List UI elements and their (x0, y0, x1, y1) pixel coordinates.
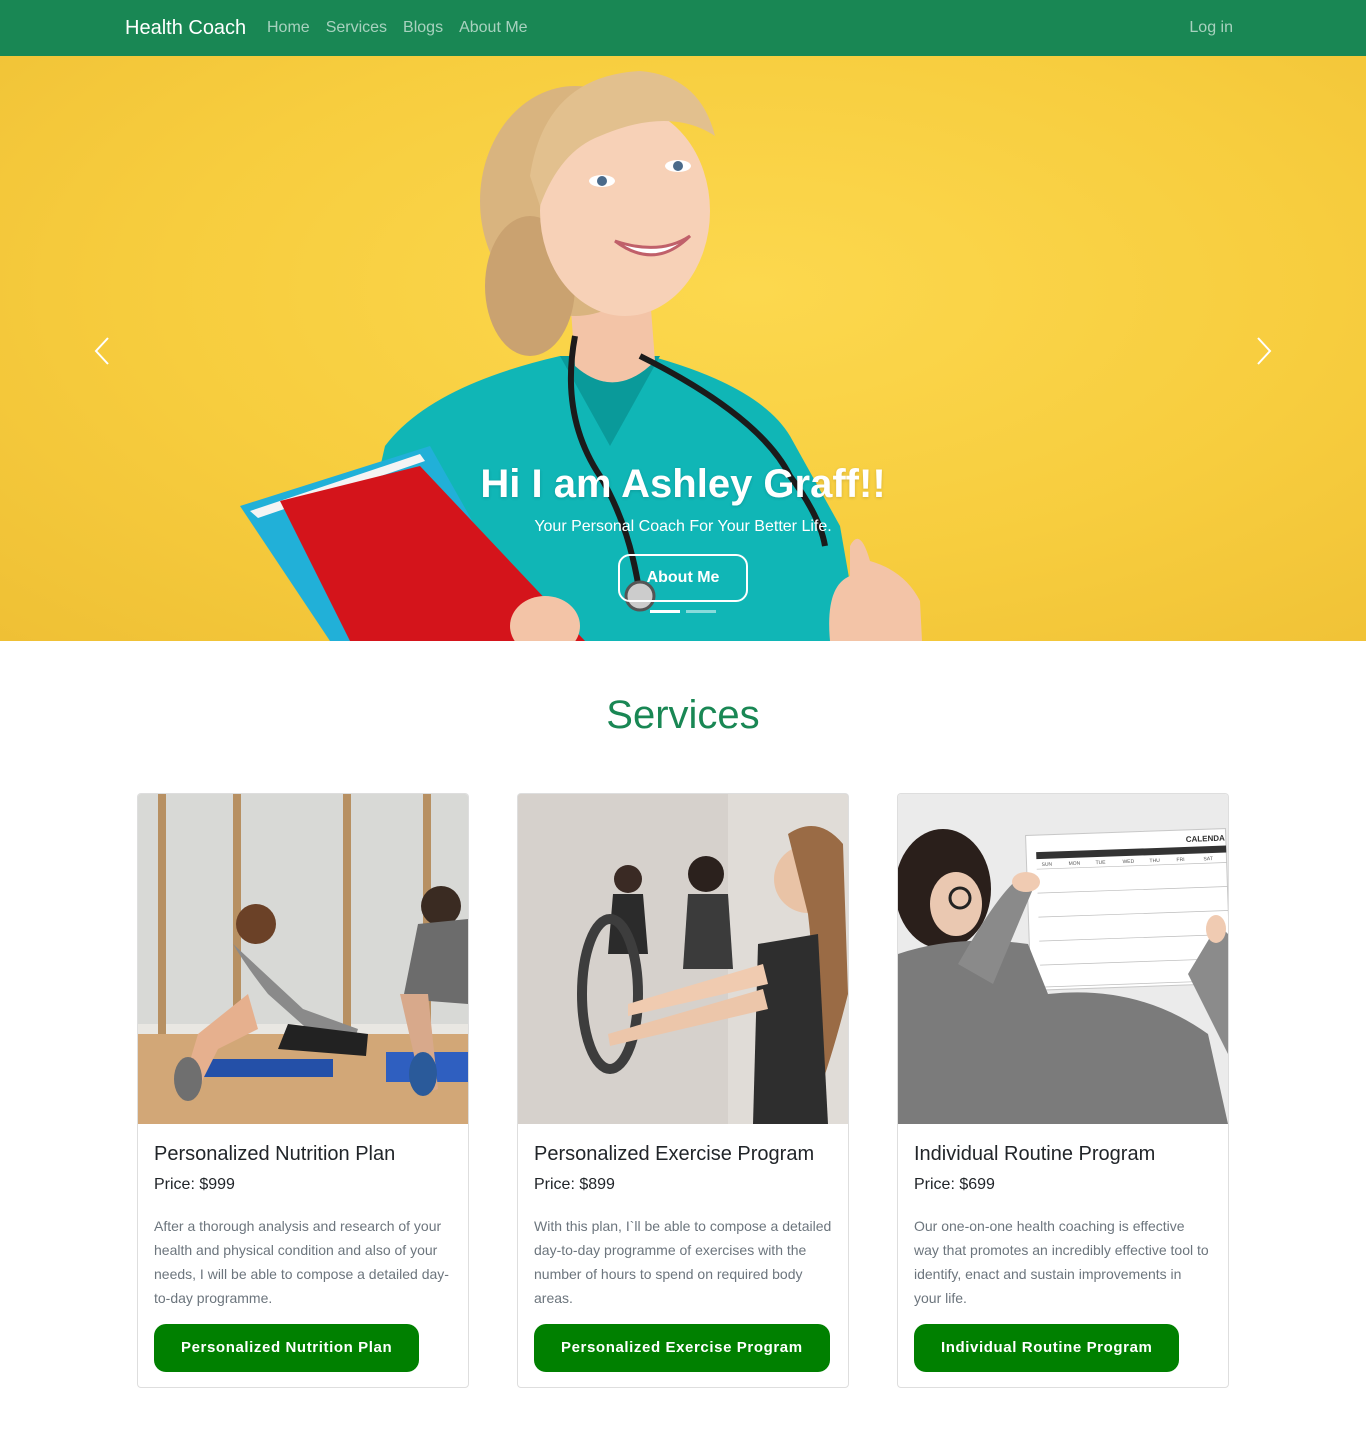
calendar-day-label: TUE (1095, 860, 1106, 866)
card-body: Individual Routine Program Price: $699 O… (914, 1140, 1212, 1310)
chevron-left-icon (94, 337, 109, 365)
card-description: With this plan, I`ll be able to compose … (534, 1218, 832, 1306)
calendar-day-label: THU (1149, 858, 1160, 864)
nav-link-about-me[interactable]: About Me (459, 18, 527, 38)
hero-subtitle: Your Personal Coach For Your Better Life… (534, 518, 832, 535)
chevron-right-icon (1257, 337, 1272, 365)
nav-link-services[interactable]: Services (326, 18, 387, 38)
card-body: Personalized Exercise Program Price: $89… (534, 1140, 832, 1310)
calendar-day-label: SUN (1041, 862, 1052, 868)
card-title: Personalized Exercise Program (534, 1143, 815, 1165)
carousel-next-button[interactable] (1244, 326, 1284, 376)
service-card-routine: CALENDA SUN MON TUE WED THU FRI SAT Individual… (897, 793, 1229, 1388)
calendar-header-text: CALENDA (1186, 834, 1226, 844)
carousel-indicator-1[interactable] (650, 610, 680, 613)
service-card-exercise: Personalized Exercise Program Price: $89… (517, 793, 849, 1388)
calendar-day-label: WED (1122, 859, 1134, 865)
calendar-day-label: SAT (1203, 856, 1213, 862)
login-link[interactable]: Log in (1189, 18, 1233, 38)
card-price: Price: $899 (534, 1176, 615, 1193)
card-image-calendar: CALENDA SUN MON TUE WED THU FRI SAT (898, 794, 1228, 1124)
card-image-stretching (138, 794, 468, 1124)
routine-program-button[interactable]: Individual Routine Program (914, 1324, 1180, 1372)
card-description: Our one-on-one health coaching is effect… (914, 1218, 1209, 1306)
card-price: Price: $699 (914, 1176, 995, 1193)
nutrition-plan-button[interactable]: Personalized Nutrition Plan (154, 1324, 420, 1372)
card-price: Price: $999 (154, 1176, 235, 1193)
card-title: Individual Routine Program (914, 1143, 1156, 1165)
card-title: Personalized Nutrition Plan (154, 1143, 396, 1165)
hero-carousel: Hi I am Ashley Graff!! Your Personal Coa… (0, 56, 1366, 641)
nav-links: Home Services Blogs About Me (267, 18, 528, 38)
hero-title: Hi I am Ashley Graff!! (480, 462, 886, 506)
calendar-day-label: MON (1068, 861, 1080, 867)
carousel-indicators (0, 610, 1366, 613)
brand-link[interactable]: Health Coach (125, 16, 246, 40)
carousel-caption: Hi I am Ashley Graff!! Your Personal Coa… (0, 456, 1366, 602)
nav-link-home[interactable]: Home (267, 18, 310, 38)
services-heading: Services (606, 693, 760, 737)
card-description: After a thorough analysis and research o… (154, 1218, 449, 1306)
carousel-indicator-2[interactable] (686, 610, 716, 613)
nav-link-blogs[interactable]: Blogs (403, 18, 443, 38)
navbar: Health Coach Home Services Blogs About M… (0, 0, 1366, 56)
calendar-day-label: FRI (1176, 857, 1184, 863)
carousel-prev-button[interactable] (82, 326, 122, 376)
about-me-button[interactable]: About Me (618, 554, 748, 602)
exercise-program-button[interactable]: Personalized Exercise Program (534, 1324, 830, 1372)
service-card-nutrition: Personalized Nutrition Plan Price: $999 … (137, 793, 469, 1388)
card-body: Personalized Nutrition Plan Price: $999 … (154, 1140, 452, 1310)
card-image-pilates (518, 794, 848, 1124)
